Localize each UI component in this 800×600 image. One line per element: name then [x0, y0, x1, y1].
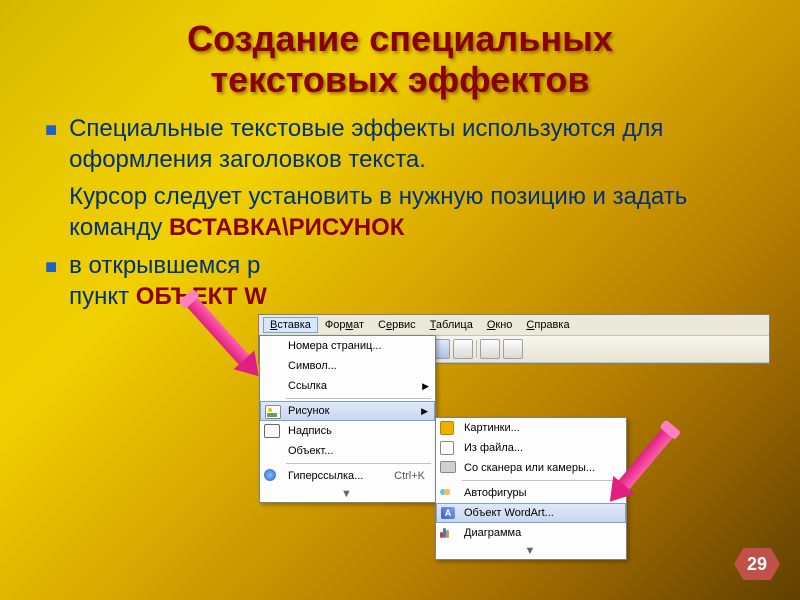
- separator: [286, 398, 431, 399]
- separator: [462, 480, 622, 481]
- expand-icon[interactable]: ▼: [436, 543, 626, 559]
- insert-dropdown: Номера страниц... Символ... Ссылка▶ Рису…: [259, 335, 436, 503]
- menu-window[interactable]: Окно: [480, 317, 520, 333]
- scanner-icon: [440, 461, 456, 477]
- picture-icon: [265, 405, 281, 421]
- menu-item-page-numbers[interactable]: Номера страниц...: [260, 336, 435, 356]
- paragraph-3: в открывшемся р пункт ОБЪЕКТ W: [69, 250, 267, 312]
- menu-insert[interactable]: ВВставкаставка: [263, 317, 318, 333]
- submenu-clipart[interactable]: Картинки...: [436, 418, 626, 438]
- slide-body: ■ Специальные текстовые эффекты использу…: [0, 101, 800, 312]
- submenu-scanner[interactable]: Со сканера или камеры...: [436, 458, 626, 478]
- toolbar-icon[interactable]: [453, 339, 473, 359]
- slide-title: Создание специальных текстовых эффектов: [0, 0, 800, 101]
- menu-item-picture[interactable]: Рисунок▶: [260, 401, 435, 421]
- menu-service[interactable]: Сервис: [371, 317, 423, 333]
- submenu-chart[interactable]: Диаграмма: [436, 523, 626, 543]
- wordart-icon: A: [441, 507, 457, 523]
- menu-help[interactable]: Справка: [519, 317, 576, 333]
- menu-item-textbox[interactable]: Надпись: [260, 421, 435, 441]
- menu-item-object[interactable]: Объект...: [260, 441, 435, 461]
- clipart-icon: [440, 421, 456, 437]
- chevron-right-icon: ▶: [422, 381, 429, 392]
- chevron-right-icon: ▶: [421, 406, 428, 417]
- submenu-wordart[interactable]: A Объект WordArt...: [436, 503, 626, 523]
- word-menu-screenshot: ВВставкаставка Формат Сервис Таблица Окн…: [258, 314, 770, 364]
- submenu-from-file[interactable]: Из файла...: [436, 438, 626, 458]
- menu-format[interactable]: Формат: [318, 317, 371, 333]
- file-icon: [440, 441, 456, 457]
- menubar: ВВставкаставка Формат Сервис Таблица Окн…: [259, 315, 769, 336]
- separator: [286, 463, 431, 464]
- menu-item-reference[interactable]: Ссылка▶: [260, 376, 435, 396]
- expand-icon[interactable]: ▼: [260, 486, 435, 502]
- paragraph-1: Специальные текстовые эффекты используют…: [69, 113, 755, 175]
- submenu-autoshapes[interactable]: Автофигуры: [436, 483, 626, 503]
- globe-icon: [264, 469, 280, 485]
- textbox-icon: [264, 424, 280, 440]
- paragraph-2: Курсор следует установить в нужную позиц…: [69, 181, 755, 243]
- shapes-icon: [440, 486, 456, 502]
- toolbar-icon[interactable]: [503, 339, 523, 359]
- bullet-icon: ■: [45, 119, 57, 142]
- toolbar-icon[interactable]: [480, 339, 500, 359]
- page-number-badge: 29: [734, 548, 780, 580]
- picture-submenu: Картинки... Из файла... Со сканера или к…: [435, 417, 627, 560]
- chart-icon: [440, 526, 456, 542]
- menu-item-symbol[interactable]: Символ...: [260, 356, 435, 376]
- bullet-icon: ■: [45, 256, 57, 279]
- menu-table[interactable]: Таблица: [423, 317, 480, 333]
- menu-item-hyperlink[interactable]: Гиперссылка...Ctrl+K: [260, 466, 435, 486]
